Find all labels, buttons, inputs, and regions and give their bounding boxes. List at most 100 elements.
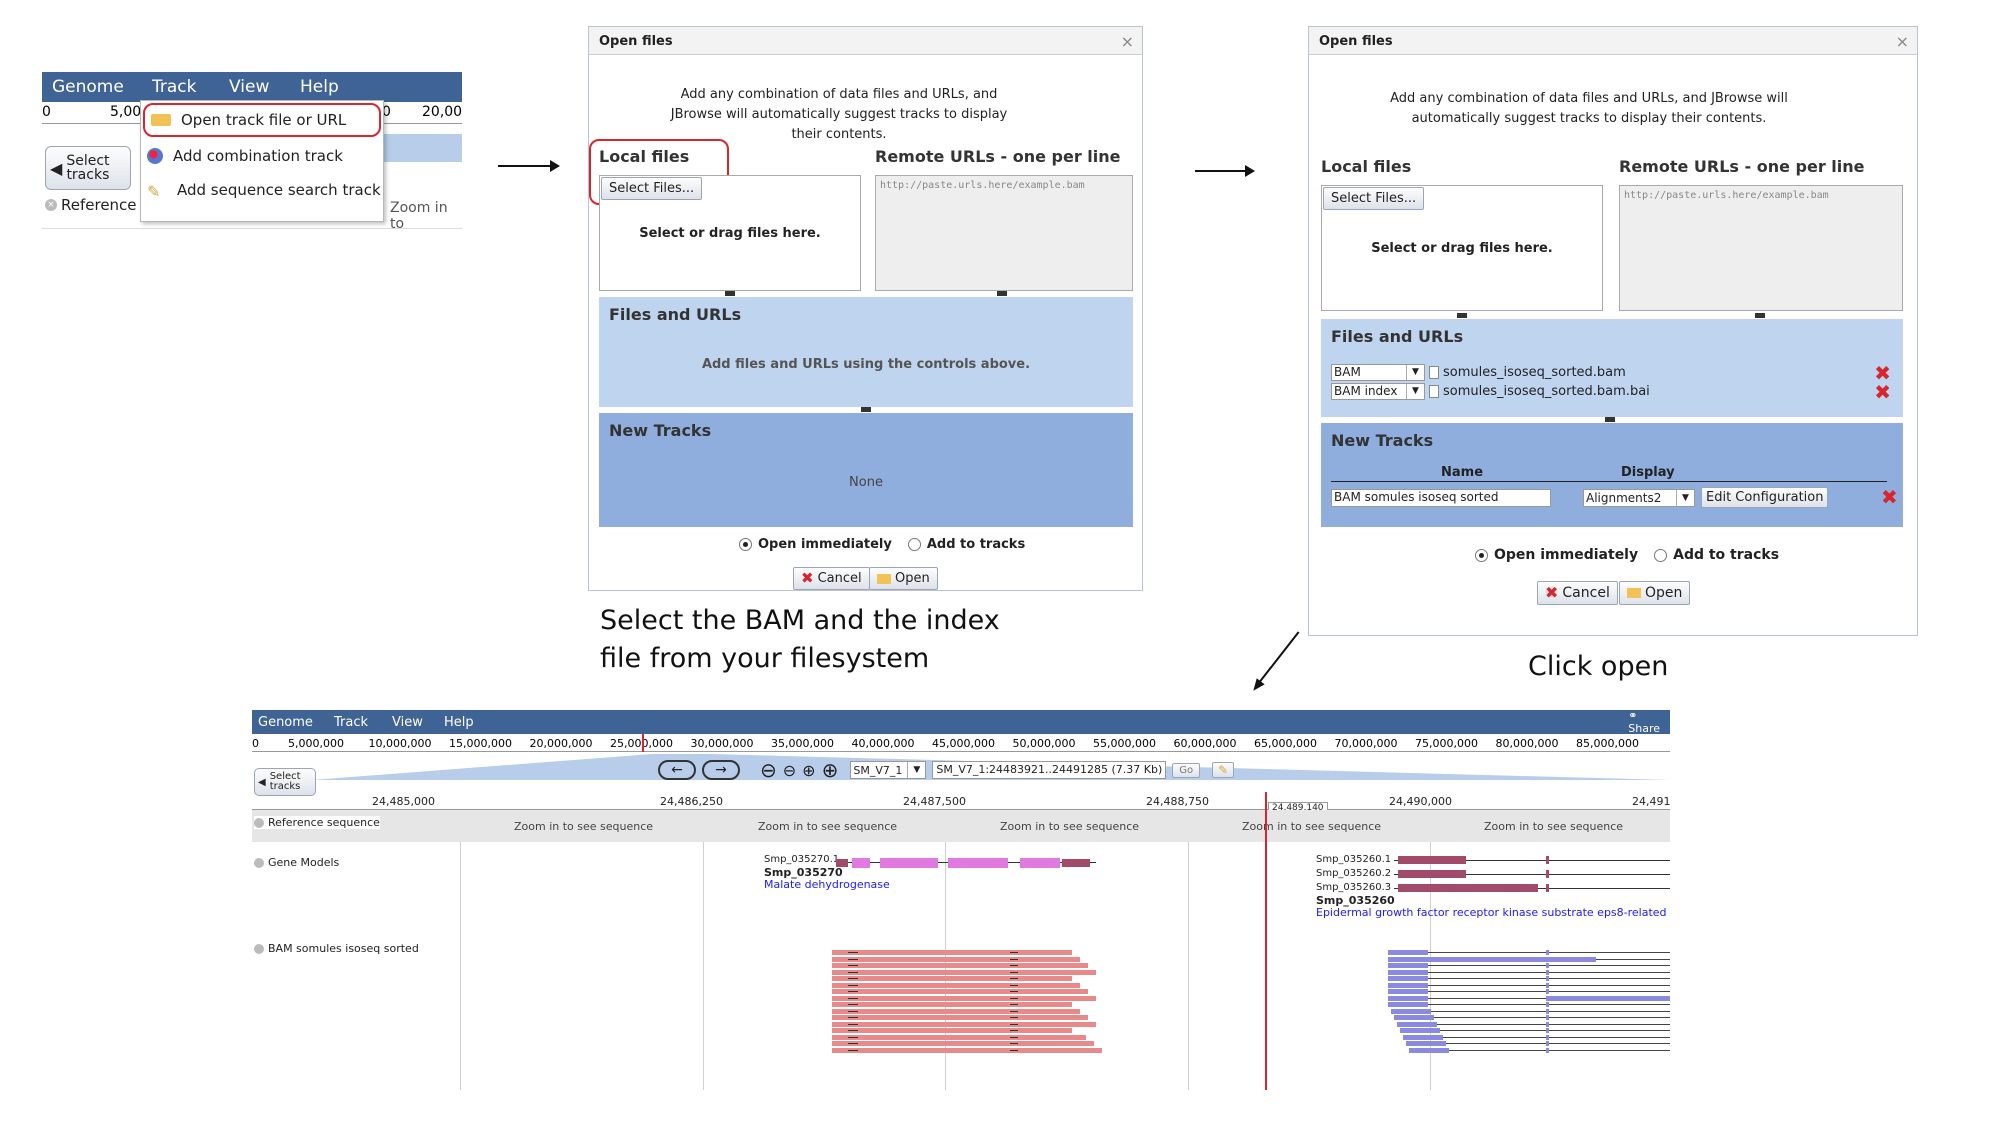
menu-genome[interactable]: Genome: [52, 77, 124, 97]
edit-configuration-button[interactable]: Edit Configuration: [1701, 487, 1829, 508]
menu-item-add-combination-track[interactable]: Add combination track: [141, 139, 383, 173]
resize-handle[interactable]: [1605, 417, 1615, 422]
zoom-out-icon[interactable]: ⊖: [783, 761, 796, 780]
track-name-input[interactable]: BAM somules isoseq sorted: [1331, 489, 1551, 507]
alignment-read: [832, 956, 1080, 962]
read-exon: [1546, 1028, 1549, 1033]
pan-right-icon[interactable]: →: [702, 760, 740, 780]
cancel-button[interactable]: ✖ Cancel: [1537, 581, 1618, 605]
zoom-in-icon[interactable]: ⊕: [802, 761, 815, 780]
track-label-bam[interactable]: BAM somules isoseq sorted: [254, 942, 419, 955]
arrow-3: [1256, 631, 1300, 687]
dialog-title: Open files ×: [1309, 27, 1917, 55]
folder-icon: [151, 114, 171, 126]
arrow-2-head: [1245, 165, 1255, 177]
alignment-read: [1388, 956, 1596, 962]
zoom-sequence-hint: Zoom in to see sequence: [1000, 820, 1140, 833]
remote-urls-textarea[interactable]: http://paste.urls.here/example.bam: [1619, 185, 1903, 311]
alignment-read: [1388, 989, 1428, 994]
gridline: [460, 810, 461, 1090]
file-type-select[interactable]: BAM index ▼: [1331, 382, 1425, 400]
close-icon[interactable]: ×: [45, 199, 57, 211]
read-gap: [848, 1043, 858, 1044]
resize-handle[interactable]: [725, 291, 735, 296]
read-exon: [1546, 1047, 1549, 1053]
transcript-label: Smp_035260.1: [1316, 854, 1392, 865]
files-and-urls-heading: Files and URLs: [1331, 327, 1464, 346]
zoom-in-large-icon[interactable]: ⊕: [822, 758, 839, 782]
track-label-gene-models[interactable]: Gene Models: [254, 856, 340, 869]
open-button[interactable]: Open: [1619, 581, 1691, 605]
read-gap: [848, 1004, 858, 1005]
select-files-button[interactable]: Select Files...: [601, 177, 703, 200]
alignment-read: [832, 963, 1088, 968]
pan-left-icon[interactable]: ←: [658, 760, 696, 780]
open-mode-radios: Open immediately Add to tracks: [739, 537, 1025, 552]
read-gap: [1010, 997, 1018, 999]
hline: [42, 228, 462, 229]
read-exon: [1546, 969, 1549, 975]
menu-genome[interactable]: Genome: [258, 715, 313, 730]
alignment-read: [1546, 995, 1670, 1001]
resize-handle[interactable]: [1457, 313, 1467, 318]
zoom-out-large-icon[interactable]: ⊖: [760, 758, 777, 782]
alignment-read: [1403, 1034, 1443, 1040]
file-type-select[interactable]: BAM ▼: [1331, 363, 1425, 381]
menu-view[interactable]: View: [392, 715, 423, 730]
menu-view[interactable]: View: [229, 77, 269, 97]
radio-add-to-tracks[interactable]: [907, 538, 921, 551]
arrow-1-head: [550, 160, 560, 172]
close-icon[interactable]: ×: [1121, 32, 1134, 51]
close-icon[interactable]: [254, 817, 264, 828]
file-icon: [1429, 384, 1439, 398]
remove-track-icon[interactable]: ✖: [1881, 487, 1898, 507]
menu-item-open-track-file[interactable]: Open track file or URL: [143, 103, 381, 137]
read-gap: [848, 1017, 858, 1018]
resize-handle[interactable]: [861, 407, 871, 412]
ruler-tick: 5,00: [110, 104, 142, 120]
cancel-button[interactable]: ✖ Cancel: [793, 567, 870, 590]
detail-ruler: 24,485,000 24,486,250 24,487,500 24,488,750…: [252, 792, 1670, 810]
go-button[interactable]: Go: [1172, 762, 1201, 778]
gridline: [1187, 810, 1189, 1090]
read-gap: [848, 1036, 858, 1038]
resize-handle[interactable]: [1755, 313, 1765, 318]
track-label-reference-sequence[interactable]: Reference sequence: [254, 816, 380, 829]
display-type-select[interactable]: Alignments2 ▼: [1583, 489, 1695, 507]
radio-open-immediately[interactable]: [1475, 548, 1488, 562]
gene-model-smp-035270[interactable]: [836, 858, 1096, 868]
alignment-read: [1388, 976, 1428, 981]
exon: [1398, 856, 1466, 864]
alignment-read: [832, 1041, 1094, 1046]
open-button[interactable]: Open: [869, 567, 938, 590]
remote-urls-textarea[interactable]: http://paste.urls.here/example.bam: [875, 175, 1133, 291]
alignment-read: [832, 1002, 1072, 1007]
radio-open-immediately[interactable]: [739, 538, 752, 551]
read-intron: [1440, 1030, 1670, 1031]
dialog-title: Open files ×: [589, 27, 1142, 55]
exon: [1546, 856, 1549, 864]
select-files-button[interactable]: Select Files...: [1323, 187, 1425, 210]
transcript-label: Smp_035260.3: [1316, 882, 1392, 893]
menu-track[interactable]: Track: [334, 715, 368, 730]
close-icon[interactable]: [254, 857, 264, 868]
menu-item-add-sequence-search-track[interactable]: ✎ Add sequence search track: [141, 173, 383, 207]
alignment-read: [1409, 1047, 1449, 1053]
select-tracks-button[interactable]: ◀ Select tracks: [45, 146, 131, 190]
share-button[interactable]: ⚭ Share: [1628, 710, 1660, 735]
menu-help[interactable]: Help: [444, 715, 474, 730]
radio-add-to-tracks[interactable]: [1654, 548, 1668, 562]
menu-track[interactable]: Track: [152, 77, 196, 97]
close-icon[interactable]: ×: [1896, 32, 1909, 51]
local-files-heading: Local files: [599, 147, 690, 166]
close-icon[interactable]: [254, 943, 264, 954]
folder-icon: [877, 573, 891, 584]
location-box[interactable]: SM_V7_1:24483921..24491285 (7.37 Kb): [932, 761, 1167, 779]
remove-file-icon[interactable]: ✖: [1874, 382, 1891, 402]
ruler-tick: 20,00: [422, 104, 462, 120]
resize-handle[interactable]: [997, 291, 1007, 296]
read-exon: [1546, 1002, 1549, 1007]
highlight-button[interactable]: ✎: [1212, 762, 1235, 778]
menu-help[interactable]: Help: [300, 77, 339, 97]
ref-seq-select[interactable]: SM_V7_1 ▼: [850, 761, 927, 779]
